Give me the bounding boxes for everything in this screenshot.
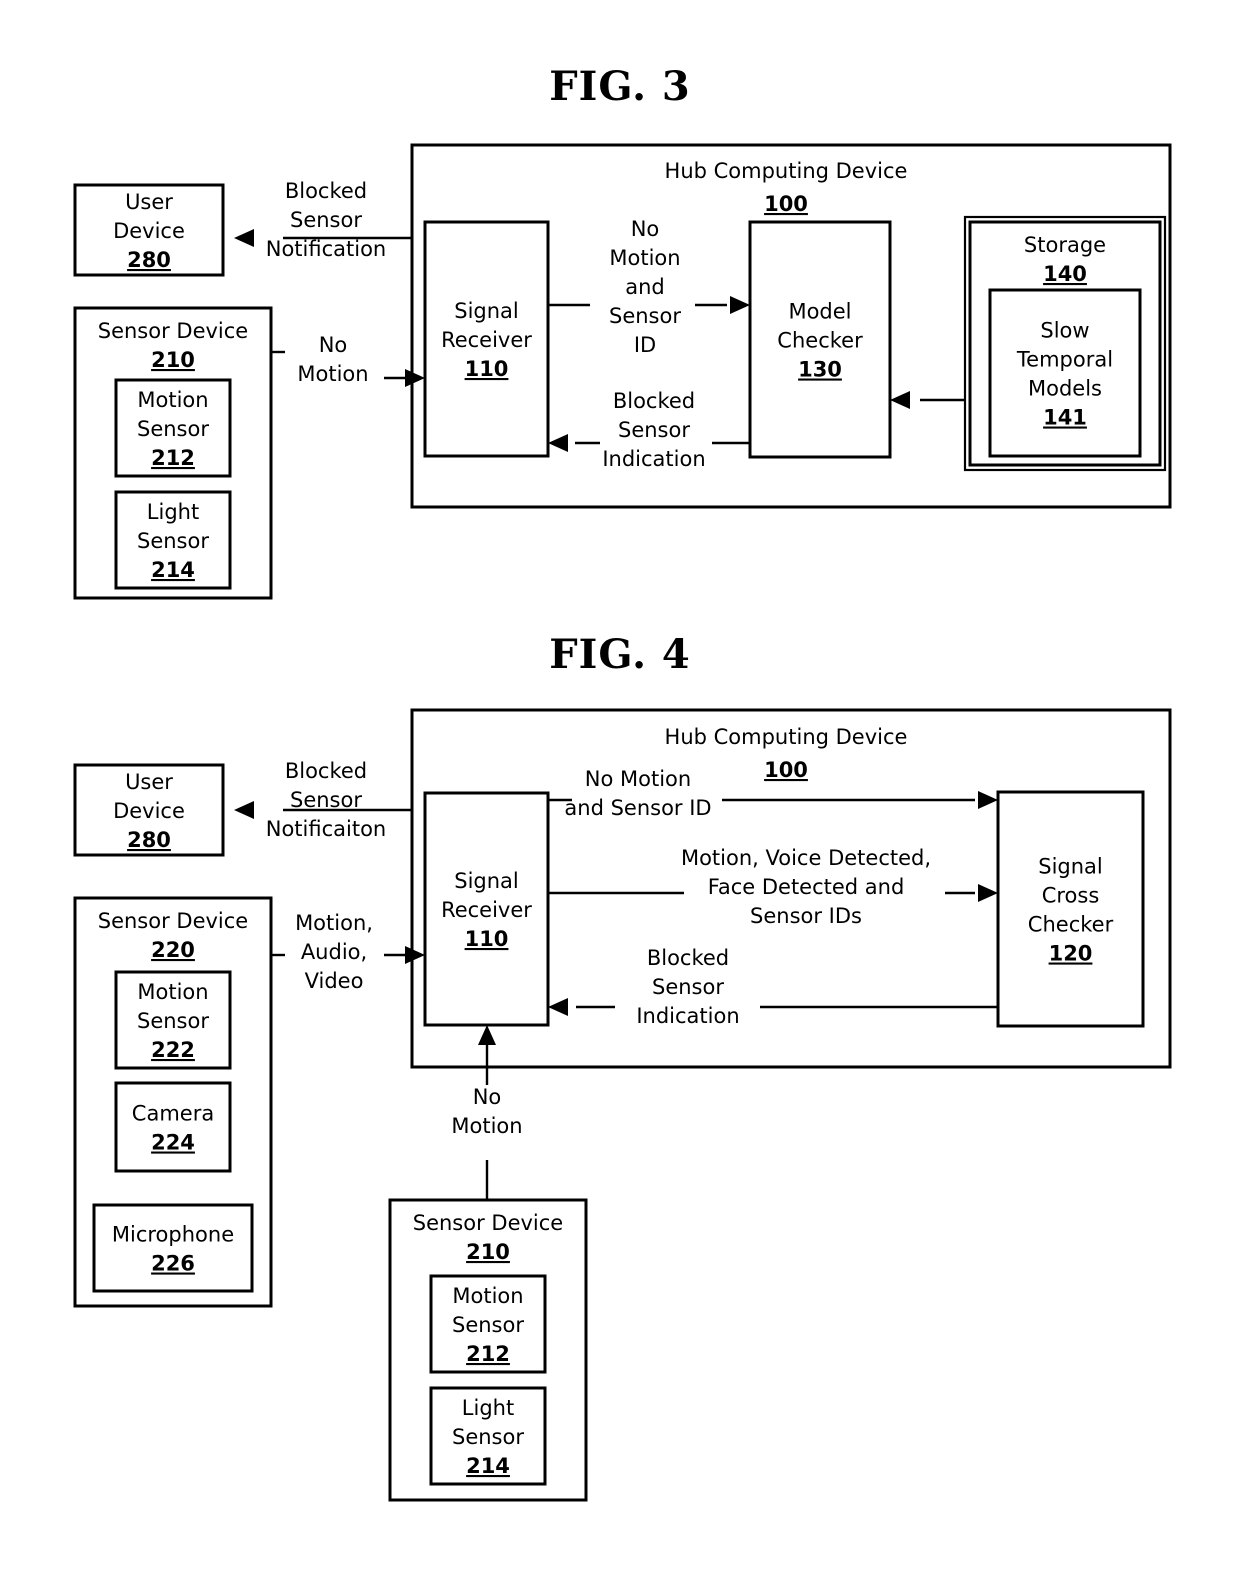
blocked-sensor-notification-label-line-1: Sensor [290,208,362,232]
no-motion-label-line-0: No [319,333,348,357]
user-device-label-line-0: User [125,190,173,214]
signal-receiver-110-ref: 110 [465,927,509,951]
signal-receiver-110-label-line-0: Signal [454,299,519,323]
signal-cross-checker-120-ref: 120 [1049,942,1093,966]
sensor-device-220-label-line-0: Sensor Device [98,909,248,933]
motion-sensor-212-label-line-0: Motion [452,1284,523,1308]
blocked-sensor-indication-label-line-2: Indication [636,1004,739,1028]
model-checker-130-label-line-0: Model [788,300,851,324]
light-sensor-214-label-line-0: Light [462,1396,514,1420]
figure-fig3: FIG. 3 Hub Computing Device 100 User Device 2… [73,63,1172,600]
microphone-226-ref: 226 [151,1252,195,1276]
light-sensor-214-label-line-1: Sensor [137,529,209,553]
blocked-sensor-indication-label-line-1: Sensor [618,418,690,442]
blocked-sensor-notification-label-line-2: Notification [266,237,387,261]
sensor-device-220-ref: 220 [151,938,195,962]
no-motion-and-sensor-id-label-line-0: No [631,217,660,241]
blocked-sensor-indication-label-line-0: Blocked [613,389,695,413]
microphone-226 [92,1203,254,1293]
user-device-label-line-1: Device [113,799,185,823]
no-motion-and-sensor-id-label-line-4: ID [634,333,656,357]
blocked-sensor-notification-label-line-0: Blocked [285,179,367,203]
slow-temporal-models-141-label-line-0: Slow [1040,319,1089,343]
light-sensor-214-label-line-0: Light [147,500,199,524]
signal-receiver-110-ref: 110 [465,357,509,381]
motion-voice-face-sensor-ids-label-line-1: Face Detected and [708,875,905,899]
connector-blocked-sensor-notificaiton-arrowhead [234,801,254,819]
camera-224 [114,1081,232,1173]
blocked-sensor-notificaiton-label-line-0: Blocked [285,759,367,783]
no-motion-and-sensor-id-label-line-1: and Sensor ID [564,796,711,820]
signal-receiver-110-label-line-0: Signal [454,869,519,893]
light-sensor-214-ref: 214 [151,558,195,582]
no-motion-and-sensor-id-label-line-0: No Motion [585,767,691,791]
slow-temporal-models-141 [988,288,1142,458]
signal-receiver-110-label-line-1: Receiver [441,898,532,922]
motion-audio-video-label-line-1: Audio, [301,940,367,964]
motion-sensor-222-label-line-0: Motion [137,980,208,1004]
fig3-title: FIG. 3 [549,63,691,110]
blocked-sensor-notificaiton-label-line-2: Notificaiton [266,817,387,841]
no-motion-label-line-1: Motion [451,1114,522,1138]
figure-fig4: FIG. 4 Hub Computing Device 100 User Device 2… [73,631,1172,1502]
motion-voice-face-sensor-ids-label-line-2: Sensor IDs [750,904,862,928]
camera-224-ref: 224 [151,1131,195,1155]
blocked-sensor-indication-label-line-0: Blocked [647,946,729,970]
signal-cross-checker-120-label-line-0: Signal [1038,855,1103,879]
motion-sensor-212-ref: 212 [151,446,195,470]
sensor-device-210-label-line-0: Sensor Device [98,319,248,343]
light-sensor-214-ref: 214 [466,1454,510,1478]
camera-224-label-line-0: Camera [132,1102,214,1126]
slow-temporal-models-141-label-line-2: Models [1028,377,1102,401]
model-checker-130-ref: 130 [798,358,842,382]
sensor-device-210-ref: 210 [151,348,195,372]
sensor-device-210-label-line-0: Sensor Device [413,1211,563,1235]
user-device-ref: 280 [127,248,171,272]
hub-computing-device-ref: 100 [764,192,808,216]
user-device-label-line-1: Device [113,219,185,243]
signal-cross-checker-120-label-line-2: Checker [1028,913,1114,937]
hub-computing-device-label-0: Hub Computing Device [665,725,908,749]
connector-blocked-sensor-notification-arrowhead [234,229,254,247]
blocked-sensor-notificaiton-label-line-1: Sensor [290,788,362,812]
motion-sensor-222-label-line-1: Sensor [137,1009,209,1033]
motion-sensor-212-label-line-0: Motion [137,388,208,412]
patent-figure-sheet: FIG. 3 Hub Computing Device 100 User Device 2… [0,0,1240,1581]
user-device-label-line-0: User [125,770,173,794]
motion-sensor-222-ref: 222 [151,1038,195,1062]
microphone-226-label-line-0: Microphone [112,1223,234,1247]
motion-audio-video-label-line-0: Motion, [295,911,373,935]
storage-140-ref: 140 [1043,262,1087,286]
fig4-title: FIG. 4 [549,631,691,678]
signal-receiver-110-label-line-1: Receiver [441,328,532,352]
motion-audio-video-label-line-2: Video [305,969,364,993]
sensor-device-210-ref: 210 [466,1240,510,1264]
no-motion-label-line-1: Motion [297,362,368,386]
diagram-canvas: FIG. 3 Hub Computing Device 100 User Device 2… [73,63,1172,1502]
signal-cross-checker-120-label-line-1: Cross [1042,884,1100,908]
no-motion-and-sensor-id-label-line-2: and [625,275,665,299]
no-motion-and-sensor-id-label-line-1: Motion [609,246,680,270]
storage-140-label-line-0: Storage [1024,233,1106,257]
motion-sensor-212-ref: 212 [466,1342,510,1366]
slow-temporal-models-141-ref: 141 [1043,406,1087,430]
signal-cross-checker-120 [996,790,1145,1028]
motion-sensor-212-label-line-1: Sensor [137,417,209,441]
no-motion-and-sensor-id-label-line-3: Sensor [609,304,681,328]
slow-temporal-models-141-label-line-1: Temporal [1016,348,1113,372]
motion-sensor-212-label-line-1: Sensor [452,1313,524,1337]
blocked-sensor-indication-label-line-2: Indication [602,447,705,471]
motion-voice-face-sensor-ids-label-line-0: Motion, Voice Detected, [681,846,931,870]
no-motion-label-line-0: No [473,1085,502,1109]
blocked-sensor-indication-label-line-1: Sensor [652,975,724,999]
user-device-ref: 280 [127,828,171,852]
hub-computing-device-ref: 100 [764,758,808,782]
model-checker-130-label-line-1: Checker [777,329,863,353]
hub-computing-device-label-0: Hub Computing Device [665,159,908,183]
light-sensor-214-label-line-1: Sensor [452,1425,524,1449]
